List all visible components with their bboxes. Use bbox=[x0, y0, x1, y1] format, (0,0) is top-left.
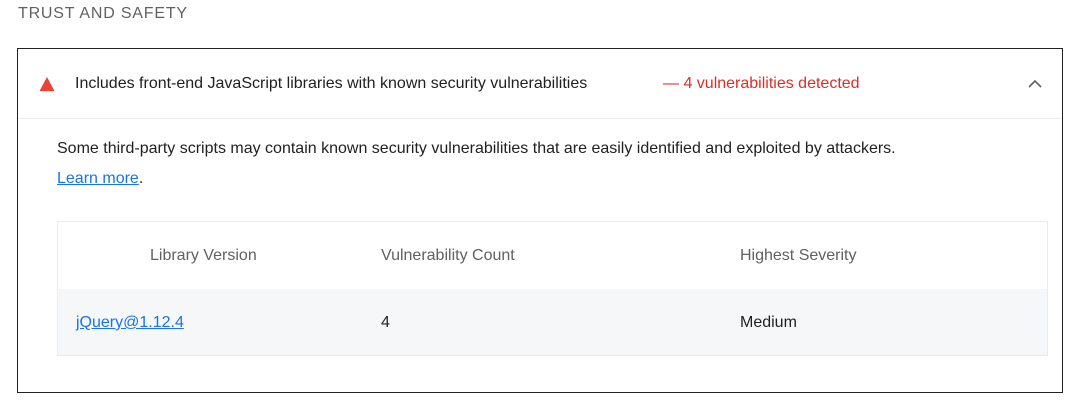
column-header-library-version: Library Version bbox=[150, 247, 257, 264]
chevron-up-icon[interactable] bbox=[1026, 75, 1044, 93]
cell-library-version: jQuery@1.12.4 bbox=[76, 313, 184, 333]
table-row: jQuery@1.12.4 4 Medium bbox=[58, 289, 1047, 355]
audit-header[interactable]: Includes front-end JavaScript libraries … bbox=[18, 49, 1062, 119]
details-table: Library Version Vulnerability Count High… bbox=[57, 221, 1048, 356]
section-title: TRUST AND SAFETY bbox=[18, 5, 188, 22]
audit-description: Some third-party scripts may contain kno… bbox=[57, 134, 1037, 194]
column-header-highest-severity: Highest Severity bbox=[740, 247, 857, 264]
audit-display-value: — 4 vulnerabilities detected bbox=[663, 75, 860, 92]
cell-vulnerability-count: 4 bbox=[381, 314, 390, 331]
fail-triangle-icon bbox=[39, 77, 55, 91]
learn-more-link[interactable]: Learn more bbox=[57, 170, 139, 187]
column-header-vulnerability-count: Vulnerability Count bbox=[381, 247, 515, 264]
audit-card: Includes front-end JavaScript libraries … bbox=[17, 48, 1063, 393]
audit-title: Includes front-end JavaScript libraries … bbox=[75, 75, 588, 92]
description-text: Some third-party scripts may contain kno… bbox=[57, 140, 896, 157]
cell-highest-severity: Medium bbox=[740, 314, 797, 331]
description-trailing: . bbox=[138, 170, 144, 187]
library-link[interactable]: jQuery@1.12.4 bbox=[76, 314, 184, 331]
table-header-row: Library Version Vulnerability Count High… bbox=[58, 222, 1047, 289]
